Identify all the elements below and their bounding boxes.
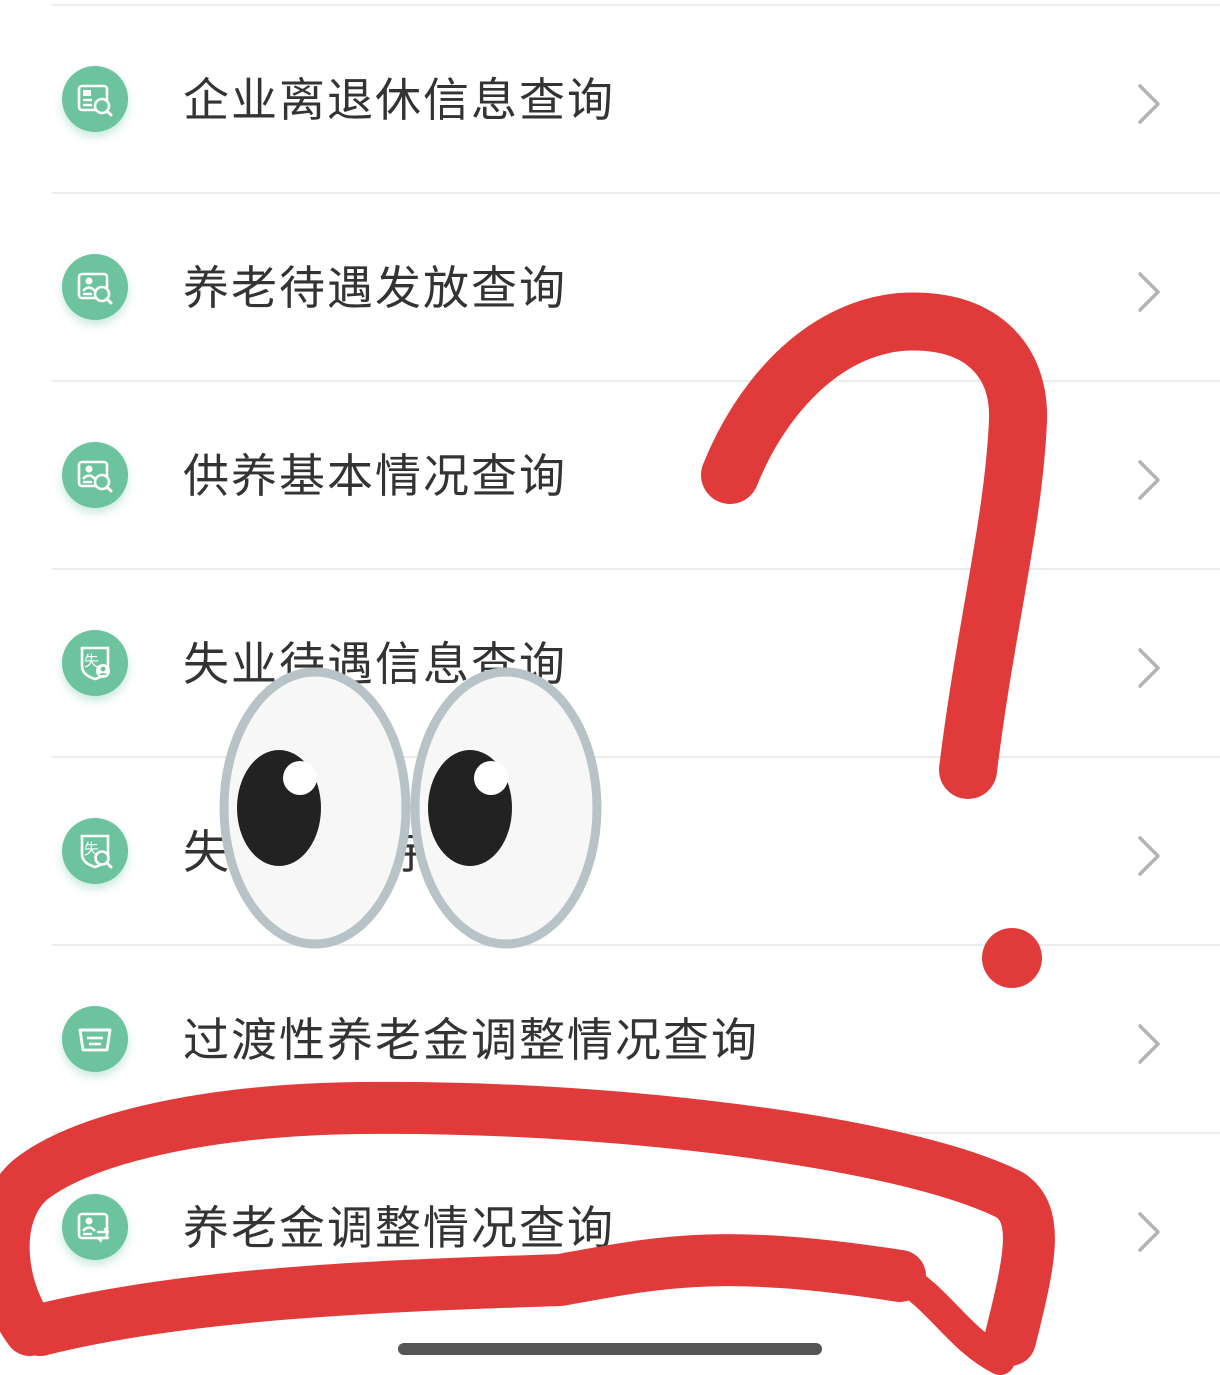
menu-item-dependent-support[interactable]: 供养基本情况查询 — [0, 382, 1220, 570]
menu-item-retirement-info[interactable]: 企业离退休信息查询 — [0, 6, 1220, 194]
menu-item-label: 养老金调整情况查询 — [183, 1201, 615, 1255]
menu-item-pension-payment[interactable]: 养老待遇发放查询 — [0, 194, 1220, 382]
chevron-right-icon — [1138, 272, 1160, 312]
chevron-right-icon — [1138, 1212, 1160, 1252]
pension-adjustment-icon — [62, 1194, 128, 1260]
menu-item-transitional-pension[interactable]: 过渡性养老金调整情况查询 — [0, 946, 1220, 1134]
dependent-support-search-icon — [62, 442, 128, 508]
menu-item-unemployment-search[interactable]: 失 失业保险待遇查询 — [0, 758, 1220, 946]
menu-item-label: 失业待遇信息查询 — [183, 637, 567, 691]
chevron-right-icon — [1138, 648, 1160, 688]
pension-payment-search-icon — [62, 254, 128, 320]
menu-item-pension-adjustment[interactable]: 养老金调整情况查询 — [0, 1134, 1220, 1322]
menu-item-label: 供养基本情况查询 — [183, 449, 567, 503]
tray-icon — [62, 1006, 128, 1072]
chevron-right-icon — [1138, 84, 1160, 124]
menu-item-label: 企业离退休信息查询 — [183, 73, 615, 127]
chevron-right-icon — [1138, 1024, 1160, 1064]
chevron-right-icon — [1138, 836, 1160, 876]
retirement-info-search-icon — [62, 66, 128, 132]
unemployment-search-icon: 失 — [62, 818, 128, 884]
menu-item-label: 过渡性养老金调整情况查询 — [183, 1013, 759, 1067]
menu-item-label: 养老待遇发放查询 — [183, 261, 567, 315]
menu-item-unemployment-info[interactable]: 失 失业待遇信息查询 — [0, 570, 1220, 758]
home-indicator — [398, 1343, 822, 1355]
menu-item-label: 失业保险待遇查询 — [183, 825, 567, 879]
chevron-right-icon — [1138, 460, 1160, 500]
service-query-list: 企业离退休信息查询 养老待遇发放查询 供养基本情况查询 失 失业待遇信息查询 失… — [0, 0, 1220, 1375]
svg-text:失: 失 — [84, 652, 99, 670]
unemployment-benefit-icon: 失 — [62, 630, 128, 696]
